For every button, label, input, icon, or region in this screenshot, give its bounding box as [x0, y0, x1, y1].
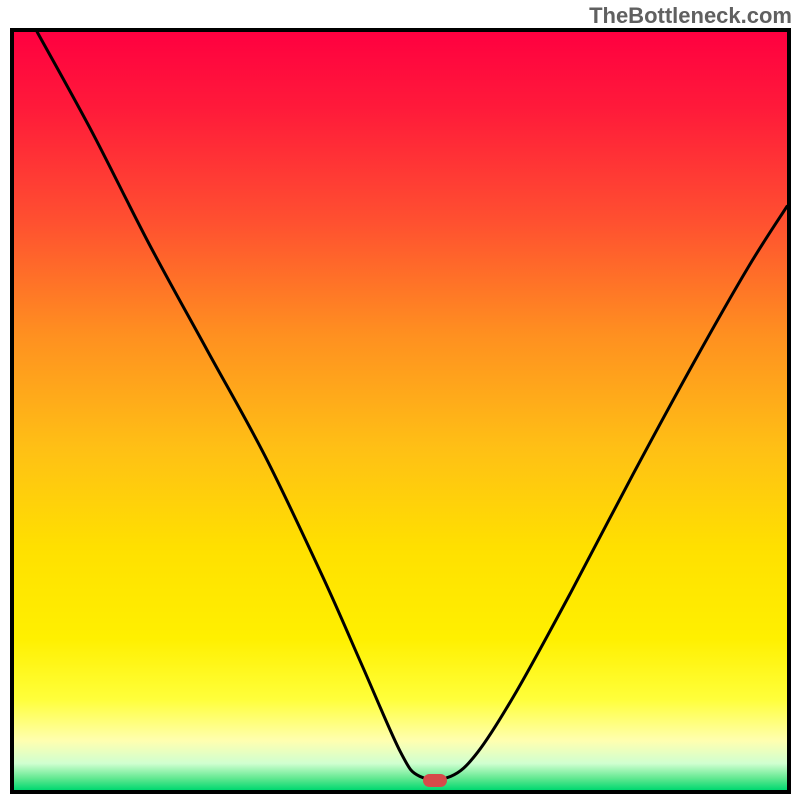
- attribution-label: TheBottleneck.com: [589, 3, 792, 29]
- chart-container: TheBottleneck.com: [0, 0, 800, 800]
- optimal-point-marker: [423, 774, 447, 787]
- bottleneck-curve-path: [37, 32, 787, 779]
- curve-layer: [14, 32, 787, 790]
